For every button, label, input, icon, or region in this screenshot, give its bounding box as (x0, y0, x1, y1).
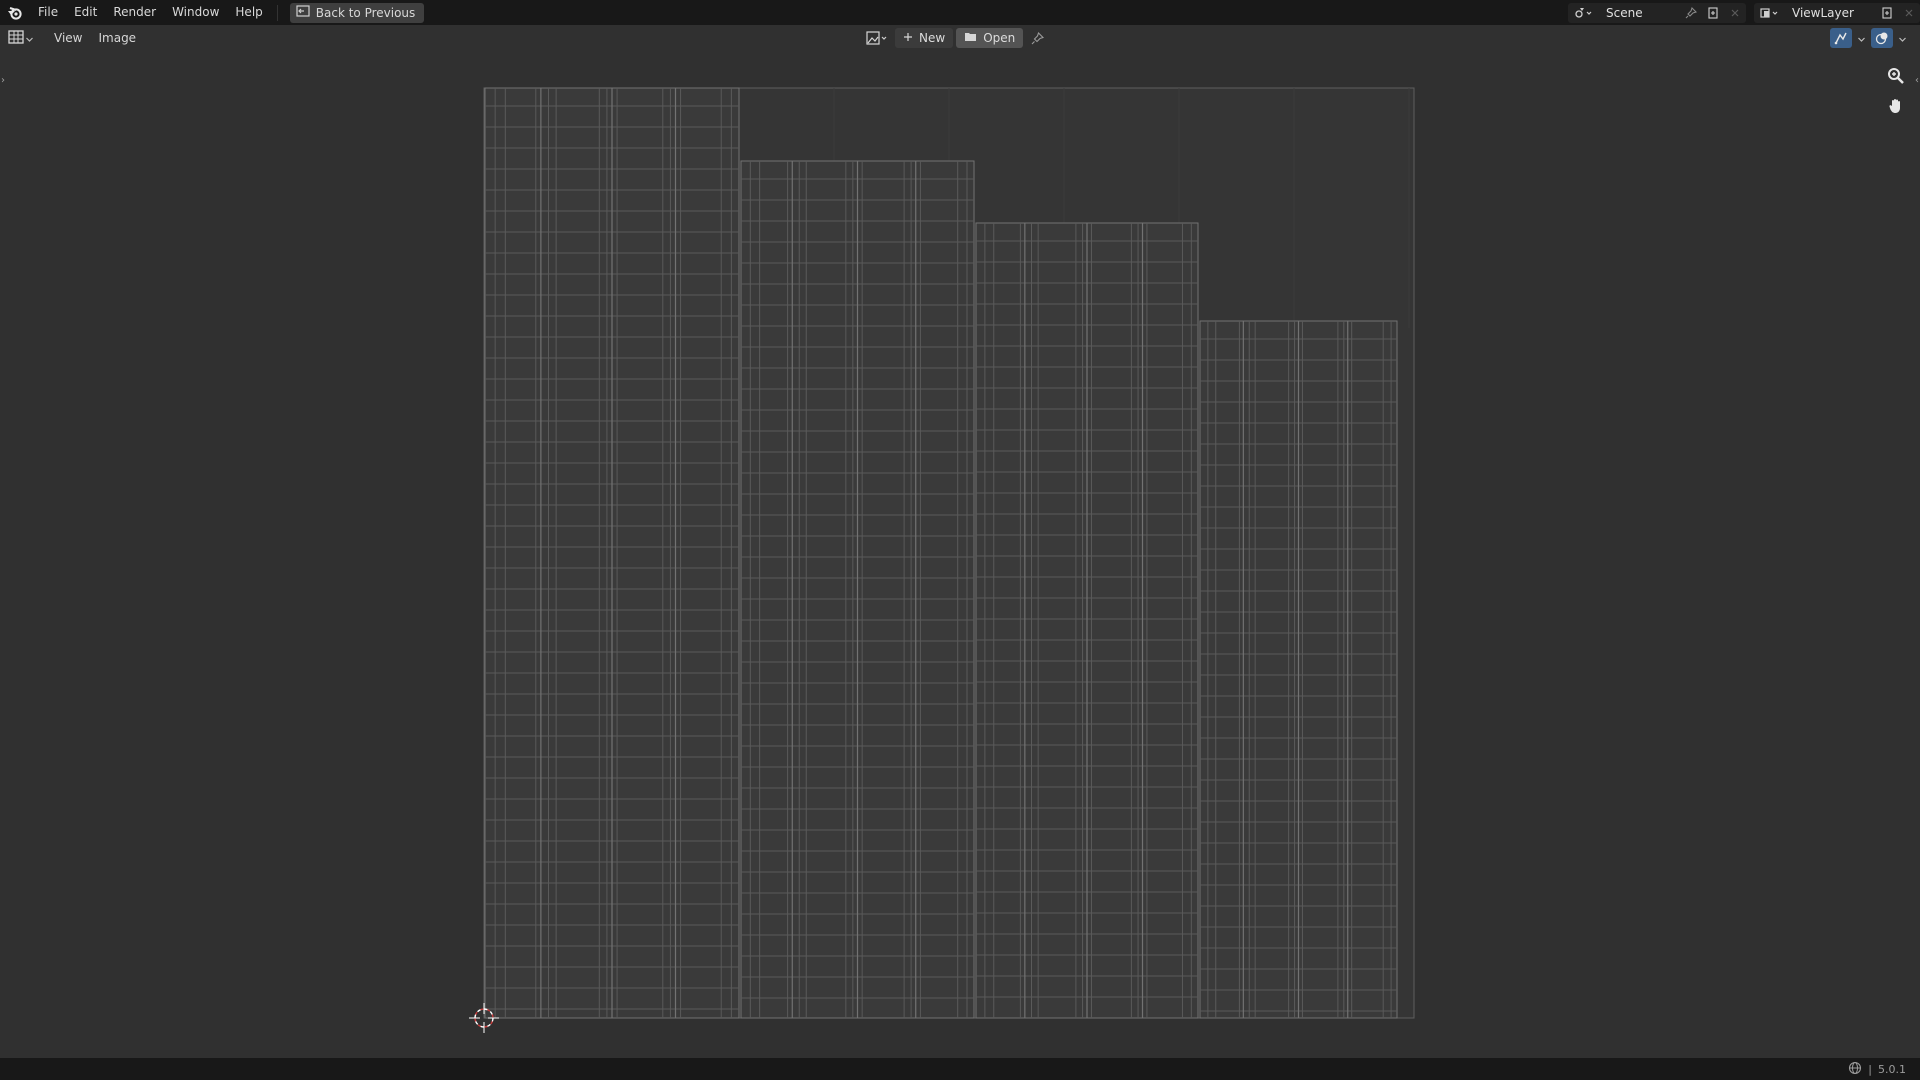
new-label: New (919, 31, 946, 45)
version-label: 5.0.1 (1878, 1062, 1906, 1076)
overlay-icon[interactable] (1871, 28, 1893, 48)
menu-edit[interactable]: Edit (66, 0, 105, 25)
chevron-down-icon[interactable] (1858, 31, 1865, 45)
menu-window[interactable]: Window (164, 0, 227, 25)
uv-sync-icon[interactable] (1830, 28, 1852, 48)
new-image-button[interactable]: New (895, 28, 954, 48)
open-image-button[interactable]: Open (956, 28, 1024, 48)
back-to-previous-button[interactable]: Back to Previous (289, 2, 425, 23)
new-scene-icon[interactable] (1702, 3, 1724, 23)
close-view-layer-icon[interactable] (1898, 3, 1920, 23)
status-bar: | 5.0.1 (0, 1058, 1920, 1080)
menu-file[interactable]: File (30, 0, 66, 25)
view-layer-type-icon[interactable] (1754, 3, 1784, 23)
view-layer-selector[interactable]: ViewLayer (1754, 2, 1920, 23)
globe-icon[interactable] (1848, 1061, 1862, 1078)
scene-name-field[interactable]: Scene (1598, 3, 1680, 23)
header-right-tools (1830, 28, 1906, 48)
image-browse-selector[interactable] (862, 28, 892, 48)
blender-logo-icon[interactable] (0, 0, 30, 25)
close-scene-icon[interactable] (1724, 3, 1746, 23)
top-bar: File Edit Render Window Help Back to Pre… (0, 0, 1920, 25)
back-label: Back to Previous (315, 5, 416, 20)
pan-hand-icon[interactable] (1882, 92, 1910, 120)
menu-view[interactable]: View (46, 25, 90, 51)
scene-selector[interactable]: Scene (1568, 2, 1746, 23)
new-view-layer-icon[interactable] (1876, 3, 1898, 23)
chevron-down-icon[interactable] (1899, 31, 1906, 45)
image-tools: New Open (862, 28, 1048, 48)
status-separator: | (1868, 1062, 1872, 1076)
uv-editor-viewport[interactable]: › ‹ (0, 51, 1920, 1058)
pin-icon[interactable] (1680, 3, 1702, 23)
open-label: Open (983, 31, 1016, 45)
zoom-icon[interactable] (1882, 62, 1910, 90)
scene-type-icon[interactable] (1568, 3, 1598, 23)
menu-help[interactable]: Help (227, 0, 270, 25)
back-icon (296, 5, 310, 20)
pin-image-icon[interactable] (1026, 28, 1048, 48)
chevron-down-icon (26, 31, 33, 45)
editor-type-selector[interactable] (8, 28, 40, 48)
plus-icon (903, 31, 913, 45)
view-layer-name-field[interactable]: ViewLayer (1784, 3, 1876, 23)
menu-image[interactable]: Image (90, 25, 144, 51)
menu-render[interactable]: Render (105, 0, 164, 25)
scene-controls: Scene ViewLayer (1560, 0, 1920, 25)
divider (276, 4, 278, 21)
uv-editor-icon (8, 29, 24, 47)
editor-header: View Image New Open (0, 25, 1920, 51)
uv-canvas[interactable] (0, 51, 1920, 1058)
folder-icon (964, 31, 977, 45)
